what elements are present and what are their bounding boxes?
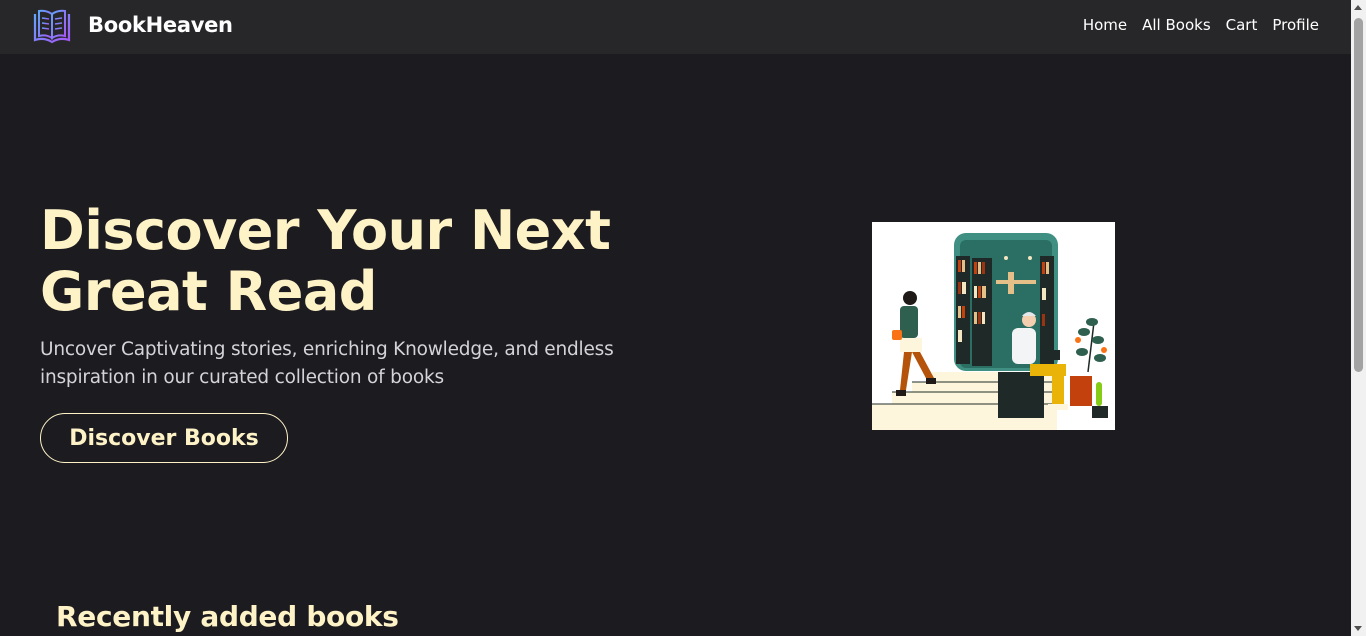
hero-title: Discover Your Next Great Read xyxy=(40,199,611,323)
scrollbar-thumb[interactable] xyxy=(1354,18,1363,372)
hero-subtitle: Uncover Captivating stories, enriching K… xyxy=(40,339,614,388)
open-book-icon[interactable] xyxy=(31,8,73,46)
discover-books-button[interactable]: Discover Books xyxy=(40,413,288,463)
nav-link-cart[interactable]: Cart xyxy=(1226,16,1258,34)
scroll-up-arrow-icon[interactable] xyxy=(1354,5,1362,10)
recently-added-title: Recently added books xyxy=(56,600,399,633)
hero-illustration xyxy=(872,222,1115,430)
nav-link-all-books[interactable]: All Books xyxy=(1142,16,1211,34)
page-scrollbar[interactable] xyxy=(1351,0,1366,636)
navbar: BookHeaven Home All Books Cart Profile xyxy=(0,0,1351,54)
library-reading-illustration xyxy=(872,233,1108,430)
brand-name[interactable]: BookHeaven xyxy=(88,13,233,37)
nav-links: Home All Books Cart Profile xyxy=(1083,16,1319,34)
scroll-down-arrow-icon[interactable] xyxy=(1354,626,1362,631)
nav-link-home[interactable]: Home xyxy=(1083,16,1127,34)
nav-link-profile[interactable]: Profile xyxy=(1272,16,1319,34)
